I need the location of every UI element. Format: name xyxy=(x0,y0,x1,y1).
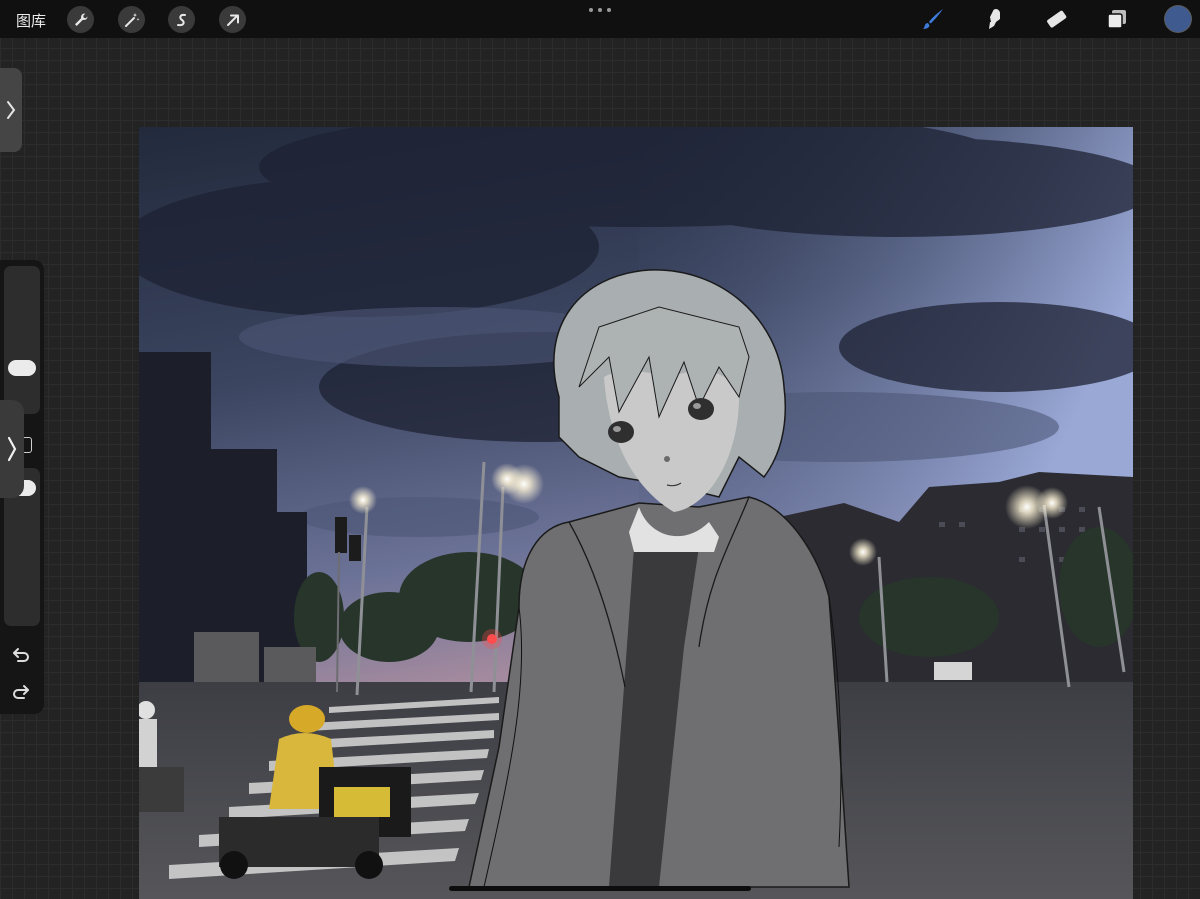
color-picker[interactable] xyxy=(1165,6,1191,32)
eraser-icon[interactable] xyxy=(1042,5,1070,33)
home-indicator xyxy=(449,886,751,891)
wrench-icon[interactable] xyxy=(67,6,94,33)
brush-size-thumb[interactable] xyxy=(8,360,36,376)
layers-icon[interactable] xyxy=(1103,5,1131,33)
canvas-artwork xyxy=(139,127,1133,899)
gallery-button[interactable]: 图库 xyxy=(16,10,46,31)
drawing-canvas[interactable] xyxy=(139,127,1133,899)
top-toolbar: 图库 xyxy=(0,0,1200,38)
brush-size-slider[interactable] xyxy=(4,266,40,414)
sidebar-edge-handle[interactable] xyxy=(0,400,24,498)
magic-wand-icon[interactable] xyxy=(118,6,145,33)
distant-van xyxy=(934,662,972,680)
smudge-icon[interactable] xyxy=(980,5,1008,33)
sidebar-collapse-toggle[interactable] xyxy=(0,68,22,152)
brush-icon[interactable] xyxy=(919,5,947,33)
redo-icon[interactable] xyxy=(10,681,32,703)
more-dots-icon[interactable] xyxy=(589,3,611,17)
chevron-right-icon xyxy=(7,101,16,119)
transform-arrow-icon[interactable] xyxy=(219,6,246,33)
selection-icon[interactable] xyxy=(168,6,195,33)
chevron-right-icon xyxy=(7,436,17,462)
undo-icon[interactable] xyxy=(10,644,32,666)
